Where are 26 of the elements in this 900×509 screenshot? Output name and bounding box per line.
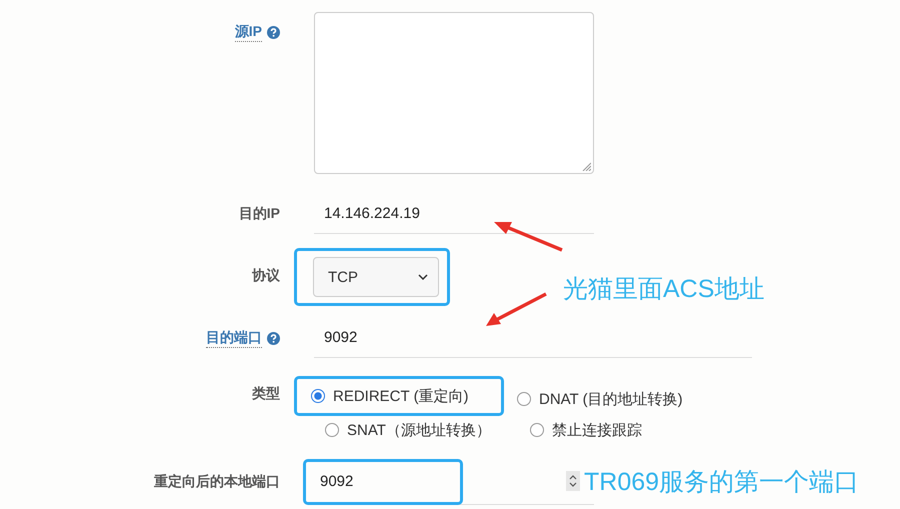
radio-button[interactable] [530,423,544,437]
arrow [486,292,548,328]
annotation-text: TR069服务的第一个端口 [584,467,860,498]
help-icon[interactable] [267,332,280,344]
help-icon[interactable] [267,26,280,38]
annotation-text: 光猫里面ACS地址 [563,274,764,305]
field-label: 目的IP [238,205,280,223]
field-label: 协议 [252,267,280,285]
radio-label: REDIRECT (重定向) [333,386,469,406]
arrow [494,220,564,252]
field-label: 源IP [234,22,262,42]
radio-label: DNAT (目的地址转换) [539,390,683,408]
protocol-select[interactable]: TCP [313,257,439,297]
port-number-field[interactable]: 9092 [320,466,400,498]
spinner-icon[interactable] [566,471,580,491]
field-label: 类型 [252,385,280,403]
field-label: 目的端口 [206,328,262,348]
radio-button[interactable] [517,392,531,406]
resize-grip-icon[interactable] [581,161,591,171]
field-label: 重定向后的本地端口 [154,473,280,491]
radio-label: SNAT（源地址转换） [347,420,491,440]
radio-button[interactable] [325,423,339,437]
radio-label: 禁止连接跟踪 [552,420,642,440]
radio-button[interactable] [311,389,325,403]
radio-option[interactable]: REDIRECT (重定向) [294,376,504,416]
chevron-down-icon [418,274,428,280]
